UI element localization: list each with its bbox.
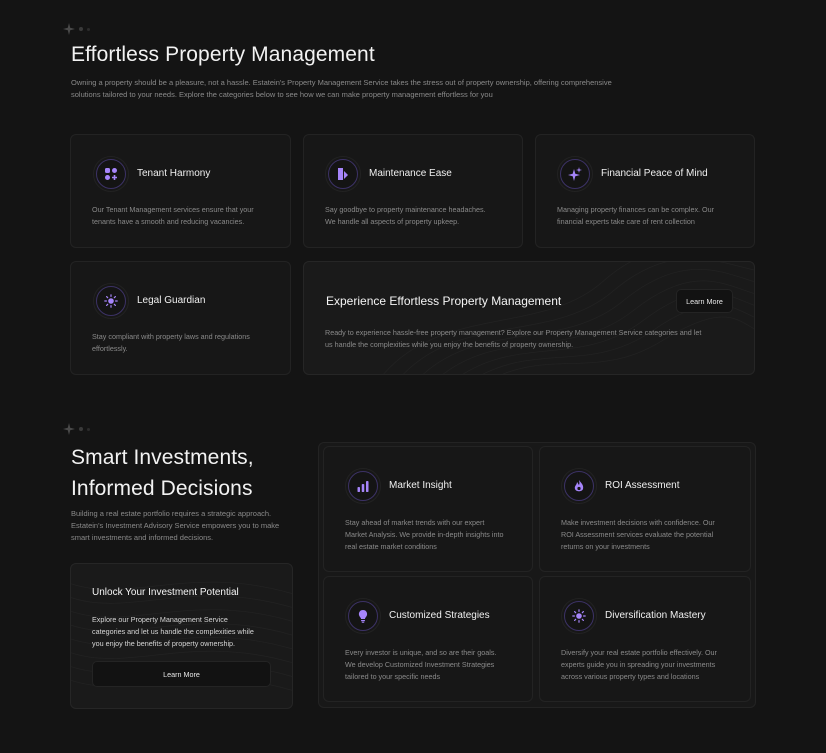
sparkle-dot bbox=[79, 27, 83, 31]
service-card-customized-strategies[interactable]: Customized Strategies Every investor is … bbox=[323, 576, 533, 702]
service-card-roi-assessment[interactable]: ROI Assessment Make investment decisions… bbox=[539, 446, 751, 572]
sun-icon bbox=[561, 598, 597, 634]
bar-chart-icon bbox=[345, 468, 381, 504]
card-title: ROI Assessment bbox=[605, 480, 680, 491]
cta-description: Ready to experience hassle-free property… bbox=[325, 328, 702, 349]
sparkle-dot bbox=[87, 27, 90, 31]
sparkle-icon bbox=[63, 423, 75, 435]
card-description: Managing property finances can be comple… bbox=[557, 205, 715, 226]
lightbulb-icon bbox=[345, 598, 381, 634]
service-card-legal-guardian[interactable]: Legal Guardian Stay compliant with prope… bbox=[70, 261, 291, 375]
sun-icon bbox=[93, 283, 129, 319]
cta-title: Experience Effortless Property Managemen… bbox=[326, 294, 562, 308]
sparkle-decoration bbox=[63, 423, 90, 435]
service-card-diversification-mastery[interactable]: Diversification Mastery Diversify your r… bbox=[539, 576, 751, 702]
wave-pattern bbox=[383, 262, 754, 374]
section-title: Effortless Property Management bbox=[71, 43, 375, 66]
service-card-tenant-harmony[interactable]: Tenant Harmony Our Tenant Management ser… bbox=[70, 134, 291, 248]
card-description: Say goodbye to property maintenance head… bbox=[325, 205, 486, 226]
section-description: Owning a property should be a pleasure, … bbox=[71, 78, 612, 99]
card-description: Diversify your real estate portfolio eff… bbox=[561, 648, 717, 681]
cta-title: Unlock Your Investment Potential bbox=[92, 587, 239, 598]
cta-description: Explore our Property Management Service … bbox=[92, 615, 254, 648]
card-title: Financial Peace of Mind bbox=[601, 168, 708, 179]
card-description: Stay ahead of market trends with our exp… bbox=[345, 518, 504, 551]
service-card-financial-peace[interactable]: Financial Peace of Mind Managing propert… bbox=[535, 134, 755, 248]
learn-more-button[interactable]: Learn More bbox=[92, 661, 271, 687]
card-description: Stay compliant with property laws and re… bbox=[92, 332, 250, 353]
cta-investment-potential: Unlock Your Investment Potential Explore… bbox=[70, 563, 293, 709]
card-title: Tenant Harmony bbox=[137, 168, 211, 179]
sparkle-icon bbox=[63, 23, 75, 35]
card-title: Maintenance Ease bbox=[369, 168, 452, 179]
card-description: Our Tenant Management services ensure th… bbox=[92, 205, 254, 226]
learn-more-button[interactable]: Learn More bbox=[676, 289, 733, 313]
service-card-market-insight[interactable]: Market Insight Stay ahead of market tren… bbox=[323, 446, 533, 572]
maintenance-icon bbox=[325, 156, 361, 192]
section-title: Smart Investments, Informed Decisions bbox=[71, 446, 254, 500]
tenant-icon bbox=[93, 156, 129, 192]
sparkle-dot bbox=[87, 427, 90, 431]
sparkle-decoration bbox=[63, 23, 90, 35]
card-description: Every investor is unique, and so are the… bbox=[345, 648, 497, 681]
card-description: Make investment decisions with confidenc… bbox=[561, 518, 715, 551]
card-title: Customized Strategies bbox=[389, 610, 490, 621]
service-card-maintenance-ease[interactable]: Maintenance Ease Say goodbye to property… bbox=[303, 134, 523, 248]
card-title: Market Insight bbox=[389, 480, 452, 491]
sparkle-dot bbox=[79, 427, 83, 431]
cta-effortless-management: Experience Effortless Property Managemen… bbox=[303, 261, 755, 375]
sparkles-icon bbox=[557, 156, 593, 192]
card-title: Legal Guardian bbox=[137, 295, 206, 306]
card-title: Diversification Mastery bbox=[605, 610, 706, 621]
section-description: Building a real estate portfolio require… bbox=[71, 509, 280, 542]
fire-icon bbox=[561, 468, 597, 504]
